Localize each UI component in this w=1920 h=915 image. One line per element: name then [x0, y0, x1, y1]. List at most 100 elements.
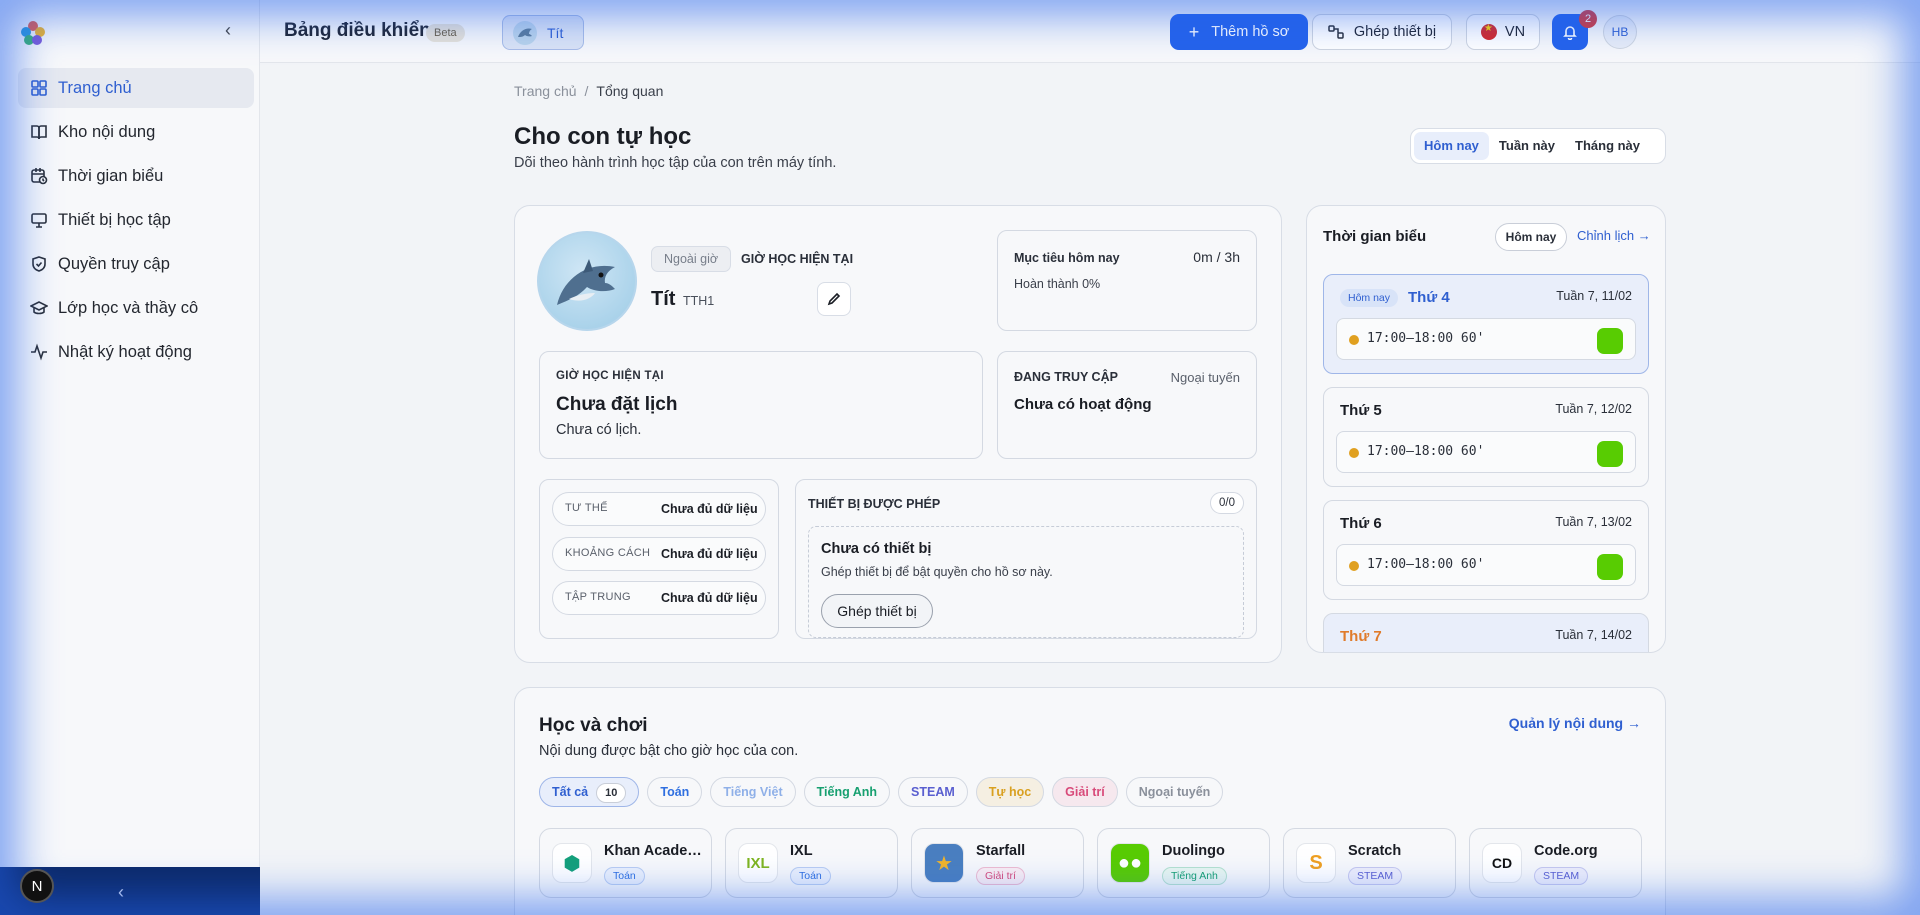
app-name: Scratch	[1348, 843, 1402, 859]
shield-icon	[32, 256, 46, 272]
app-name: Code.org	[1534, 843, 1598, 859]
learn-and-play-card: Học và chơi Nội dung được bật cho giờ họ…	[514, 687, 1666, 915]
tab-this-month[interactable]: Tháng này	[1565, 132, 1650, 160]
slot-time: 17:00–18:00 60'	[1367, 331, 1485, 346]
slot-time: 17:00–18:00 60'	[1367, 444, 1485, 459]
goal-value: 0m / 3h	[1193, 249, 1240, 265]
app-card[interactable]: ⬢ Khan Academy Toán	[539, 828, 712, 898]
app-card[interactable]: ★ Starfall Giải trí	[911, 828, 1084, 898]
sidebar-item-activity[interactable]: Nhật ký hoạt động	[18, 332, 254, 372]
devices-empty-state: Chưa có thiết bị Ghép thiết bị để bật qu…	[808, 526, 1244, 638]
beta-badge: Beta	[426, 24, 465, 42]
sidebar-item-home[interactable]: Trang chủ	[18, 68, 254, 108]
day-name: Thứ 4	[1408, 289, 1450, 306]
schedule-day[interactable]: Hôm nay Thứ 4 Tuần 7, 11/02 17:00–18:00 …	[1323, 274, 1649, 374]
sidebar-item-devices[interactable]: Thiết bị học tập	[18, 200, 254, 240]
chevron-left-icon[interactable]: ‹	[118, 882, 124, 903]
time-slot[interactable]: 17:00–18:00 60'	[1336, 544, 1636, 586]
time-slot[interactable]: 17:00–18:00 60'	[1336, 318, 1636, 360]
day-date: Tuần 7, 13/02	[1555, 515, 1632, 529]
metric-posture: TƯ THẾ Chưa đủ dữ liệu	[552, 492, 766, 526]
sidebar-item-label: Thời gian biểu	[58, 166, 164, 185]
app-tag: STEAM	[1534, 867, 1589, 885]
schedule-title: Thời gian biểu	[1323, 228, 1427, 245]
pair-device-button[interactable]: Ghép thiết bị	[1312, 14, 1452, 50]
sidebar-item-content[interactable]: Kho nội dung	[18, 112, 254, 152]
day-name: Thứ 7	[1340, 628, 1382, 645]
app-tag: Tiếng Anh	[1162, 867, 1227, 885]
devices-empty-title: Chưa có thiết bị	[821, 541, 932, 557]
sidebar-item-label: Nhật ký hoạt động	[58, 342, 192, 361]
sidebar-item-classes[interactable]: Lớp học và thầy cô	[18, 288, 254, 328]
access-title: ĐANG TRUY CẬP	[1014, 370, 1118, 384]
language-switcher[interactable]: VN	[1466, 14, 1540, 50]
filter-math[interactable]: Toán	[647, 777, 703, 807]
learn-title: Học và chơi	[539, 715, 648, 736]
app-tag: Toán	[790, 867, 831, 885]
manage-content-link[interactable]: Quản lý nội dung →	[1509, 715, 1641, 731]
tab-today[interactable]: Hôm nay	[1414, 132, 1489, 160]
chevron-left-icon[interactable]: ‹	[218, 20, 238, 40]
app-card[interactable]: CD Code.org STEAM	[1469, 828, 1642, 898]
breadcrumb-current: Tổng quan	[596, 83, 664, 99]
time-slot[interactable]: 17:00–18:00 60'	[1336, 431, 1636, 473]
schedule-day[interactable]: Thứ 6 Tuần 7, 13/02 17:00–18:00 60'	[1323, 500, 1649, 600]
duolingo-icon	[1597, 554, 1623, 580]
app-card[interactable]: IXL IXL Toán	[725, 828, 898, 898]
devices-empty-note: Ghép thiết bị để bật quyền cho hồ sơ này…	[821, 565, 1053, 579]
sidebar-item-access[interactable]: Quyền truy cập	[18, 244, 254, 284]
sidebar: ‹ Trang chủ Kho nội dung Thời gian biểu …	[0, 0, 260, 915]
filter-entertainment[interactable]: Giải trí	[1052, 777, 1118, 807]
metric-key: KHOẢNG CÁCH	[565, 547, 651, 559]
filter-self-study[interactable]: Tự học	[975, 777, 1045, 807]
current-hour-title: GIỜ HỌC HIỆN TẠI	[556, 370, 664, 382]
profile-switcher[interactable]: Tít	[502, 15, 584, 50]
link-device-icon	[1328, 25, 1344, 39]
edit-schedule-link[interactable]: Chỉnh lịch →	[1577, 228, 1651, 243]
user-avatar[interactable]: HB	[1603, 15, 1637, 49]
goal-title: Mục tiêu hôm nay	[1014, 251, 1120, 265]
schedule-day[interactable]: Thứ 5 Tuần 7, 12/02 17:00–18:00 60'	[1323, 387, 1649, 487]
filter-steam[interactable]: STEAM	[898, 777, 968, 807]
vietnam-flag-icon	[1480, 23, 1497, 40]
slot-time: 17:00–18:00 60'	[1367, 557, 1485, 572]
current-hour-value: Chưa đặt lịch	[556, 394, 678, 415]
app-grid: ⬢ Khan Academy Toán IXL IXL Toán ★ Starf…	[539, 828, 1655, 898]
current-access-panel: ĐANG TRUY CẬP Ngoại tuyến Chưa có hoạt đ…	[997, 351, 1257, 459]
app-name: Khan Academy	[604, 843, 704, 859]
app-card[interactable]: ●● Duolingo Tiếng Anh	[1097, 828, 1270, 898]
add-profile-button[interactable]: + Thêm hồ sơ	[1170, 14, 1308, 50]
dashboard-icon	[31, 80, 47, 96]
page-subtitle: Dõi theo hành trình học tập của con trên…	[514, 155, 837, 171]
app-card[interactable]: S Scratch STEAM	[1283, 828, 1456, 898]
breadcrumb-home[interactable]: Trang chủ	[514, 83, 577, 99]
filter-vietnamese[interactable]: Tiếng Việt	[710, 777, 796, 807]
app-logo-icon[interactable]	[20, 20, 46, 46]
schedule-day[interactable]: Thứ 7 Tuần 7, 14/02	[1323, 613, 1649, 652]
status-dot	[1349, 561, 1359, 571]
tab-this-week[interactable]: Tuần này	[1489, 132, 1565, 160]
pair-device-inline-button[interactable]: Ghép thiết bị	[821, 594, 933, 628]
wellbeing-metrics: TƯ THẾ Chưa đủ dữ liệu KHOẢNG CÁCH Chưa …	[539, 479, 779, 639]
sidebar-item-label: Kho nội dung	[58, 122, 156, 141]
app-name: IXL	[790, 843, 813, 859]
duolingo-icon	[1597, 328, 1623, 354]
language-label: VN	[1504, 24, 1526, 40]
app-title: Bảng điều khiển	[284, 20, 431, 41]
breadcrumb: Trang chủ / Tổng quan	[514, 83, 663, 99]
activity-icon	[31, 343, 47, 361]
pair-device-label: Ghép thiết bị	[1353, 24, 1437, 40]
avatar[interactable]: N	[20, 869, 54, 903]
dolphin-avatar-icon	[513, 20, 537, 45]
day-date: Tuần 7, 11/02	[1556, 289, 1632, 303]
sidebar-nav: Trang chủ Kho nội dung Thời gian biểu Th…	[18, 68, 254, 376]
filter-all[interactable]: Tất cả 10	[539, 777, 640, 807]
filter-offline[interactable]: Ngoại tuyến	[1125, 777, 1224, 807]
current-hour-label: GIỜ HỌC HIỆN TẠI	[741, 252, 854, 266]
edit-profile-button[interactable]	[817, 282, 851, 316]
sidebar-item-schedule[interactable]: Thời gian biểu	[18, 156, 254, 196]
filter-english[interactable]: Tiếng Anh	[803, 777, 891, 807]
app-tag: STEAM	[1348, 867, 1403, 885]
sidebar-item-label: Lớp học và thầy cô	[58, 298, 199, 317]
schedule-today-button[interactable]: Hôm nay	[1495, 223, 1567, 251]
